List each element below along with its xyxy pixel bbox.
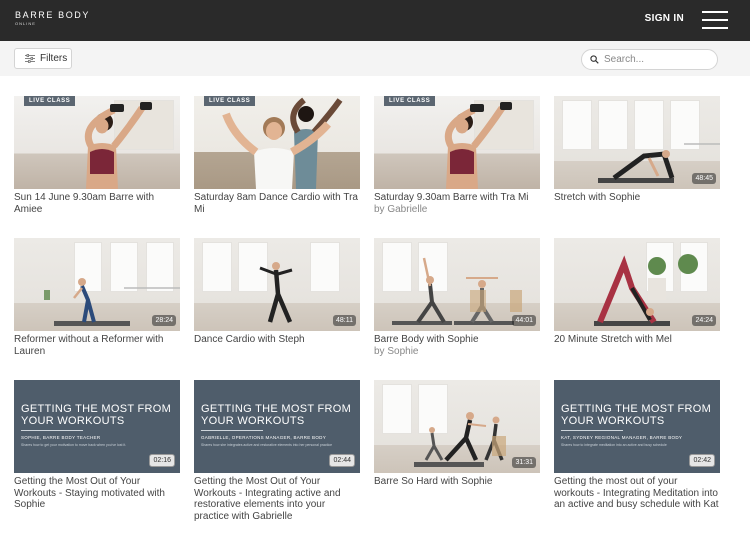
video-title[interactable]: Barre So Hard with Sophie bbox=[374, 476, 540, 488]
duration-badge: 48:11 bbox=[333, 315, 356, 326]
duration-badge: 02:16 bbox=[149, 454, 175, 467]
slate-description: Shares how to integrate meditation into … bbox=[561, 443, 667, 447]
video-thumbnail[interactable]: 48:11 bbox=[194, 238, 360, 331]
video-card[interactable]: LIVE CLASS Saturday 9.30am Barre with Tr… bbox=[374, 96, 540, 238]
video-grid: LIVE CLASS Sun 14 June 9.30am Barre with… bbox=[14, 96, 724, 522]
video-title[interactable]: Getting the Most Out of Your Workouts - … bbox=[14, 476, 180, 511]
video-card[interactable]: LIVE CLASS Sun 14 June 9.30am Barre with… bbox=[14, 96, 180, 238]
filters-button[interactable]: Filters bbox=[14, 48, 72, 69]
top-navigation-bar: BARRE BODY ONLINE SIGN IN bbox=[0, 0, 750, 41]
slate-heading: GETTING THE MOST FROM YOUR WORKOUTS bbox=[561, 403, 712, 427]
video-author: by Gabrielle bbox=[374, 203, 428, 215]
slate-subtitle: GABRIELLE, OPERATIONS MANAGER, BARRE BOD… bbox=[201, 435, 326, 440]
video-title[interactable]: Barre Body with Sophie bbox=[374, 334, 540, 346]
video-card[interactable]: 24:24 20 Minute Stretch with Mel bbox=[554, 238, 720, 380]
barre-body-logo[interactable]: BARRE BODY ONLINE bbox=[15, 10, 90, 26]
duration-badge: 44:01 bbox=[512, 315, 536, 326]
filter-bar: Filters bbox=[0, 41, 750, 76]
video-card[interactable]: 44:01 Barre Body with Sophie by Sophie bbox=[374, 238, 540, 380]
video-thumbnail[interactable]: LIVE CLASS bbox=[194, 96, 360, 189]
video-thumbnail[interactable]: GETTING THE MOST FROM YOUR WORKOUTS GABR… bbox=[194, 380, 360, 473]
search-input[interactable] bbox=[604, 54, 704, 65]
video-title[interactable]: 20 Minute Stretch with Mel bbox=[554, 334, 720, 346]
video-card[interactable]: 48:45 Stretch with Sophie bbox=[554, 96, 720, 238]
video-thumbnail[interactable]: LIVE CLASS bbox=[14, 96, 180, 189]
slate-heading: GETTING THE MOST FROM YOUR WORKOUTS bbox=[201, 403, 352, 427]
video-card[interactable]: GETTING THE MOST FROM YOUR WORKOUTS KAT,… bbox=[554, 380, 720, 522]
video-author: by Sophie bbox=[374, 345, 419, 357]
live-class-badge: LIVE CLASS bbox=[204, 96, 256, 106]
video-title[interactable]: Dance Cardio with Steph bbox=[194, 334, 360, 346]
video-card[interactable]: 28:24 Reformer without a Reformer with L… bbox=[14, 238, 180, 380]
video-thumbnail[interactable]: 31:31 bbox=[374, 380, 540, 473]
logo-sub-text: ONLINE bbox=[15, 21, 36, 26]
slate-subtitle: KAT, SYDNEY REGIONAL MANAGER, BARRE BODY bbox=[561, 435, 683, 440]
sign-in-link[interactable]: SIGN IN bbox=[645, 13, 684, 24]
live-class-badge: LIVE CLASS bbox=[24, 96, 76, 106]
slate-description: Shares how to get your motivation to mov… bbox=[21, 443, 127, 447]
video-title[interactable]: Saturday 9.30am Barre with Tra Mi bbox=[374, 192, 540, 204]
video-card[interactable]: GETTING THE MOST FROM YOUR WORKOUTS SOPH… bbox=[14, 380, 180, 522]
video-title[interactable]: Getting the Most Out of Your Workouts - … bbox=[194, 476, 360, 522]
video-thumbnail[interactable]: 48:45 bbox=[554, 96, 720, 189]
video-title[interactable]: Stretch with Sophie bbox=[554, 192, 720, 204]
video-card[interactable]: 31:31 Barre So Hard with Sophie bbox=[374, 380, 540, 522]
live-class-badge: LIVE CLASS bbox=[384, 96, 436, 106]
video-thumbnail[interactable]: LIVE CLASS bbox=[374, 96, 540, 189]
duration-badge: 24:24 bbox=[692, 315, 716, 326]
video-title[interactable]: Sun 14 June 9.30am Barre with Amiee bbox=[14, 192, 180, 215]
slate-description: Shares how she integrates active and res… bbox=[201, 443, 333, 447]
duration-badge: 48:45 bbox=[692, 173, 716, 184]
video-title[interactable]: Reformer without a Reformer with Lauren bbox=[14, 334, 180, 357]
logo-main-text: BARRE BODY bbox=[15, 10, 91, 20]
video-thumbnail[interactable]: GETTING THE MOST FROM YOUR WORKOUTS SOPH… bbox=[14, 380, 180, 473]
slate-subtitle: SOPHIE, BARRE BODY TEACHER bbox=[21, 435, 101, 440]
video-thumbnail[interactable]: GETTING THE MOST FROM YOUR WORKOUTS KAT,… bbox=[554, 380, 720, 473]
search-box[interactable] bbox=[581, 49, 718, 70]
search-icon bbox=[590, 55, 599, 64]
video-card[interactable]: GETTING THE MOST FROM YOUR WORKOUTS GABR… bbox=[194, 380, 360, 522]
hamburger-menu-icon[interactable] bbox=[702, 11, 728, 30]
duration-badge: 02:44 bbox=[329, 454, 355, 467]
video-title[interactable]: Getting the most out of your workouts - … bbox=[554, 476, 720, 511]
video-thumbnail[interactable]: 24:24 bbox=[554, 238, 720, 331]
duration-badge: 02:42 bbox=[689, 454, 715, 467]
video-title[interactable]: Saturday 8am Dance Cardio with Tra Mi bbox=[194, 192, 360, 215]
video-thumbnail[interactable]: 44:01 bbox=[374, 238, 540, 331]
filters-label: Filters bbox=[40, 53, 68, 64]
video-thumbnail[interactable]: 28:24 bbox=[14, 238, 180, 331]
sliders-icon bbox=[25, 54, 35, 63]
video-card[interactable]: 48:11 Dance Cardio with Steph bbox=[194, 238, 360, 380]
duration-badge: 28:24 bbox=[152, 315, 176, 326]
duration-badge: 31:31 bbox=[512, 457, 536, 468]
slate-heading: GETTING THE MOST FROM YOUR WORKOUTS bbox=[21, 403, 172, 427]
video-card[interactable]: LIVE CLASS Saturday 8am Dance Cardio wit… bbox=[194, 96, 360, 238]
